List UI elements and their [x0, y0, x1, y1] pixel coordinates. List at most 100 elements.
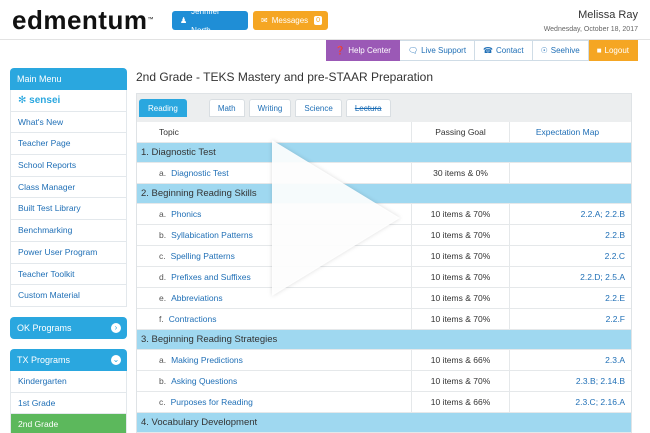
sensei-label: sensei	[29, 95, 61, 106]
topic-letter: b.	[159, 376, 167, 386]
user-button[interactable]: ♟ Jennifer North	[172, 7, 248, 35]
passing-goal: 10 items & 70%	[411, 267, 509, 287]
sidebar-item-built-test-library[interactable]: Built Test Library	[10, 198, 127, 221]
tab-writing[interactable]: Writing	[248, 99, 292, 117]
passing-goal: 10 items & 70%	[411, 309, 509, 329]
live-support-button[interactable]: 🗨 Live Support	[399, 40, 476, 61]
expectation-map-link[interactable]: 2.2.C	[509, 246, 631, 266]
topic-link[interactable]: Prefixes and Suffixes	[171, 272, 251, 282]
table-row: b. Asking Questions 10 items & 70% 2.3.B;…	[137, 371, 631, 392]
expectation-map-link[interactable]	[509, 163, 631, 183]
sidebar-item-1st-grade[interactable]: 1st Grade	[10, 392, 127, 415]
help-icon: ❓	[335, 46, 346, 55]
sidebar-item-custom-material[interactable]: Custom Material	[10, 285, 127, 307]
passing-goal: 10 items & 70%	[411, 204, 509, 224]
logo-trademark: ™	[147, 17, 154, 23]
expectation-map-link[interactable]: 2.2.A; 2.2.B	[509, 204, 631, 224]
topic-letter: c.	[159, 251, 166, 261]
tab-math[interactable]: Math	[208, 99, 245, 117]
edmentum-logo[interactable]: edmentum™	[12, 7, 154, 33]
expectation-map-link[interactable]: 2.2.F	[509, 309, 631, 329]
messages-button-label: Messages	[271, 16, 309, 25]
seehive-button[interactable]: ☉ Seehive	[532, 40, 589, 61]
ok-programs-label: OK Programs	[17, 322, 72, 333]
messages-count-badge: 0	[314, 16, 323, 25]
topic-letter: b.	[159, 230, 167, 240]
phone-icon: ☎	[483, 46, 494, 55]
user-icon: ♟	[180, 16, 188, 25]
lock-icon: ■	[596, 46, 602, 55]
contact-button[interactable]: ☎ Contact	[475, 40, 533, 61]
topic-letter: f.	[159, 314, 164, 324]
topic-letter: a.	[159, 209, 167, 219]
live-support-label: Live Support	[421, 46, 467, 55]
topic-link[interactable]: Abbreviations	[171, 293, 223, 303]
expectation-map-link[interactable]: 2.3.A	[509, 350, 631, 370]
sensei-logo-icon: ✻	[18, 95, 27, 106]
help-center-button[interactable]: ❓ Help Center	[326, 40, 400, 61]
topic-link[interactable]: Diagnostic Test	[171, 168, 228, 178]
logout-label: Logout	[604, 46, 629, 55]
contact-label: Contact	[496, 46, 524, 55]
top-header: edmentum™ ♟ Jennifer North ✉ Messages 0 …	[0, 0, 650, 40]
sidebar-item-teacher-page[interactable]: Teacher Page	[10, 133, 127, 156]
expectation-map-link[interactable]: 2.3.B; 2.14.B	[509, 371, 631, 391]
passing-goal: 10 items & 70%	[411, 288, 509, 308]
section-header: 4. Vocabulary Development	[137, 413, 631, 433]
topic-link[interactable]: Phonics	[171, 209, 201, 219]
help-center-label: Help Center	[348, 46, 391, 55]
expectation-map-link[interactable]: 2.2.E	[509, 288, 631, 308]
chat-icon: 🗨	[407, 46, 419, 55]
passing-goal: 10 items & 70%	[411, 371, 509, 391]
sidebar-item-benchmarking[interactable]: Benchmarking	[10, 220, 127, 242]
messages-button[interactable]: ✉ Messages 0	[253, 11, 328, 30]
subject-tabs: Reading Math Writing Science Lectura	[139, 99, 391, 117]
sidebar-item-2nd-grade[interactable]: 2nd Grade	[10, 414, 127, 433]
topic-link[interactable]: Spelling Patterns	[171, 251, 235, 261]
tab-lectura[interactable]: Lectura	[345, 99, 391, 117]
section-header: 3. Beginning Reading Strategies	[137, 330, 631, 350]
logout-button[interactable]: ■ Logout	[588, 40, 638, 61]
sidebar-item-class-manager[interactable]: Class Manager	[10, 176, 127, 199]
sidebar-item-teacher-toolkit[interactable]: Teacher Toolkit	[10, 263, 127, 286]
passing-goal: 30 items & 0%	[411, 163, 509, 183]
sidebar-item-kindergarten[interactable]: Kindergarten	[10, 370, 127, 393]
current-date: Wednesday, October 18, 2017	[543, 26, 638, 33]
sidebar: Main Menu ✻ sensei What's New Teacher Pa…	[10, 68, 127, 433]
page-title: 2nd Grade - TEKS Mastery and pre-STAAR P…	[136, 70, 434, 84]
utility-bar: ❓ Help Center 🗨 Live Support ☎ Contact ☉…	[326, 40, 638, 61]
tab-science[interactable]: Science	[295, 99, 342, 117]
expectation-map-link[interactable]: 2.2.D; 2.5.A	[509, 267, 631, 287]
column-header-passing-goal: Passing Goal	[411, 122, 509, 142]
table-row: c. Purposes for Reading 10 items & 66% 2.…	[137, 392, 631, 413]
main-menu-header: Main Menu	[10, 68, 127, 90]
sidebar-item-whats-new[interactable]: What's New	[10, 111, 127, 134]
tx-programs-header[interactable]: TX Programs ⌄	[10, 348, 127, 371]
topic-letter: d.	[159, 272, 167, 282]
passing-goal: 10 items & 70%	[411, 246, 509, 266]
logo-text: edmentum	[12, 5, 148, 35]
expectation-map-link[interactable]: 2.3.C; 2.16.A	[509, 392, 631, 412]
topic-letter: a.	[159, 168, 167, 178]
column-header-topic: Topic	[159, 127, 179, 137]
play-button-icon[interactable]	[272, 140, 400, 296]
chevron-down-icon: ⌄	[111, 354, 121, 365]
topic-letter: a.	[159, 355, 167, 365]
topic-link[interactable]: Contractions	[169, 314, 217, 324]
chevron-right-icon: ›	[111, 322, 121, 333]
passing-goal: 10 items & 70%	[411, 225, 509, 245]
tab-reading[interactable]: Reading	[139, 99, 187, 117]
sidebar-item-school-reports[interactable]: School Reports	[10, 155, 127, 177]
ok-programs-header[interactable]: OK Programs ›	[10, 316, 127, 339]
topic-link[interactable]: Making Predictions	[171, 355, 243, 365]
user-button-label: Jennifer North	[191, 6, 220, 35]
sidebar-item-power-user-program[interactable]: Power User Program	[10, 241, 127, 264]
sidebar-item-sensei[interactable]: ✻ sensei	[10, 90, 127, 112]
expectation-map-link[interactable]: 2.2.B	[509, 225, 631, 245]
topic-link[interactable]: Syllabication Patterns	[171, 230, 253, 240]
column-header-expectation-map[interactable]: Expectation Map	[509, 122, 631, 142]
table-row: f. Contractions 10 items & 70% 2.2.F	[137, 309, 631, 330]
topic-letter: e.	[159, 293, 167, 303]
topic-link[interactable]: Purposes for Reading	[171, 397, 253, 407]
topic-link[interactable]: Asking Questions	[171, 376, 237, 386]
